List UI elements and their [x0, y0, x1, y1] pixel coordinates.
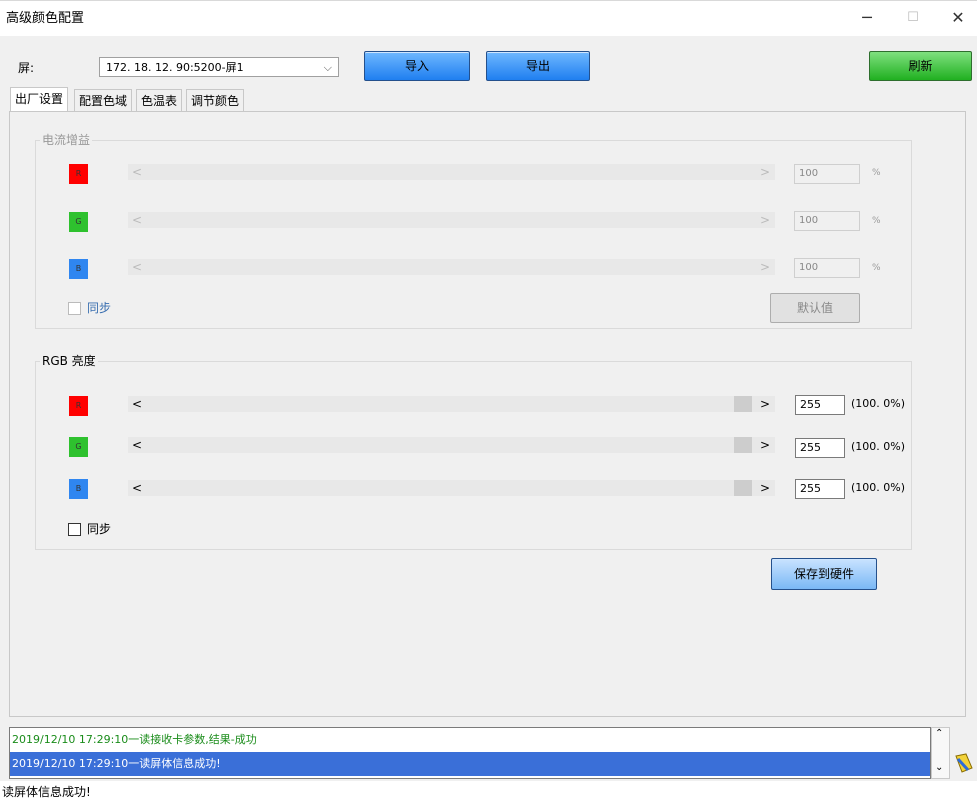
tab-color-temperature[interactable]: 色温表 — [136, 89, 183, 112]
green-gain-value: 100 — [794, 211, 860, 231]
scroll-right-icon: > — [760, 213, 771, 227]
brightness-sync-label: 同步 — [87, 522, 112, 536]
blue-gain-slider — [128, 259, 775, 275]
status-text: 读屏体信息成功! — [2, 785, 91, 799]
blue-brightness-thumb[interactable] — [734, 480, 752, 496]
tab-factory-settings[interactable]: 出厂设置 — [10, 87, 69, 113]
green-brightness-percent: (100. 0%) — [851, 440, 906, 453]
red-gain-unit: % — [872, 168, 881, 178]
import-button[interactable]: 导入 — [364, 51, 470, 81]
green-brightness-input[interactable]: 255 — [795, 438, 845, 458]
scroll-right-icon[interactable]: > — [760, 437, 770, 453]
blue-gain-value: 100 — [794, 258, 860, 278]
minimize-button[interactable]: ─ — [852, 5, 882, 31]
export-button[interactable]: 导出 — [486, 51, 590, 81]
window-title: 高级颜色配置 — [6, 11, 85, 26]
log-entry[interactable]: 2019/12/10 17:29:10一读接收卡参数,结果-成功 — [10, 728, 930, 752]
tab-adjust-color[interactable]: 调节颜色 — [186, 89, 245, 112]
red-swatch: R — [69, 164, 88, 184]
maximize-button[interactable]: ☐ — [898, 5, 928, 31]
chevron-down-icon: ⌵ — [323, 61, 332, 74]
green-brightness-thumb[interactable] — [734, 437, 752, 453]
red-brightness-slider[interactable] — [128, 396, 775, 412]
blue-brightness-slider[interactable] — [128, 480, 775, 496]
gain-sync-checkbox — [68, 302, 81, 315]
screen-select-value: 172. 18. 12. 90:5200-屏1 — [106, 61, 244, 74]
scroll-down-icon[interactable]: ⌄ — [935, 762, 943, 773]
red-brightness-thumb[interactable] — [734, 396, 752, 412]
red-brightness-input[interactable]: 255 — [795, 395, 845, 415]
blue-swatch: B — [69, 259, 88, 279]
scroll-left-icon[interactable]: < — [132, 437, 142, 453]
red-gain-slider — [128, 164, 775, 180]
status-bar: 读屏体信息成功! — [0, 781, 977, 799]
scroll-left-icon: < — [132, 165, 143, 179]
gain-sync-label: 同步 — [87, 301, 112, 315]
scroll-right-icon[interactable]: > — [760, 480, 770, 496]
red-swatch: R — [69, 396, 88, 416]
scroll-left-icon: < — [132, 260, 143, 274]
refresh-button[interactable]: 刷新 — [869, 51, 972, 81]
blue-brightness-percent: (100. 0%) — [851, 481, 906, 494]
scroll-right-icon[interactable]: > — [760, 396, 770, 412]
clear-log-icon[interactable] — [952, 750, 976, 776]
blue-brightness-input[interactable]: 255 — [795, 479, 845, 499]
screen-label: 屏: — [18, 61, 35, 75]
default-value-button: 默认值 — [770, 293, 860, 323]
tab-color-gamut[interactable]: 配置色域 — [74, 89, 133, 112]
scroll-right-icon: > — [760, 260, 771, 274]
blue-gain-unit: % — [872, 263, 881, 273]
brightness-sync-checkbox[interactable] — [68, 523, 81, 536]
scroll-left-icon[interactable]: < — [132, 480, 142, 496]
rgb-brightness-title: RGB 亮度 — [40, 352, 98, 369]
green-gain-slider — [128, 212, 775, 228]
scroll-left-icon: < — [132, 213, 143, 227]
screen-select[interactable]: 172. 18. 12. 90:5200-屏1 ⌵ — [99, 57, 339, 77]
scroll-up-icon[interactable]: ⌃ — [935, 728, 943, 739]
green-swatch: G — [69, 437, 88, 457]
log-entry[interactable]: 2019/12/10 17:29:10一读屏体信息成功! — [10, 752, 930, 776]
red-brightness-percent: (100. 0%) — [851, 397, 906, 410]
close-button[interactable]: ✕ — [943, 5, 973, 31]
green-swatch: G — [69, 212, 88, 232]
blue-swatch: B — [69, 479, 88, 499]
save-to-hardware-button[interactable]: 保存到硬件 — [771, 558, 877, 590]
log-scrollbar[interactable]: ⌃ ⌄ — [931, 727, 950, 779]
green-brightness-slider[interactable] — [128, 437, 775, 453]
green-gain-unit: % — [872, 216, 881, 226]
current-gain-title: 电流增益 — [40, 131, 93, 148]
red-gain-value: 100 — [794, 164, 860, 184]
rgb-brightness-group — [35, 361, 912, 550]
scroll-left-icon[interactable]: < — [132, 396, 142, 412]
scroll-right-icon: > — [760, 165, 771, 179]
title-bar: 高级颜色配置 ─ ☐ ✕ — [0, 0, 977, 37]
log-list[interactable]: 2019/12/10 17:29:10一读接收卡参数,结果-成功 2019/12… — [9, 727, 931, 779]
